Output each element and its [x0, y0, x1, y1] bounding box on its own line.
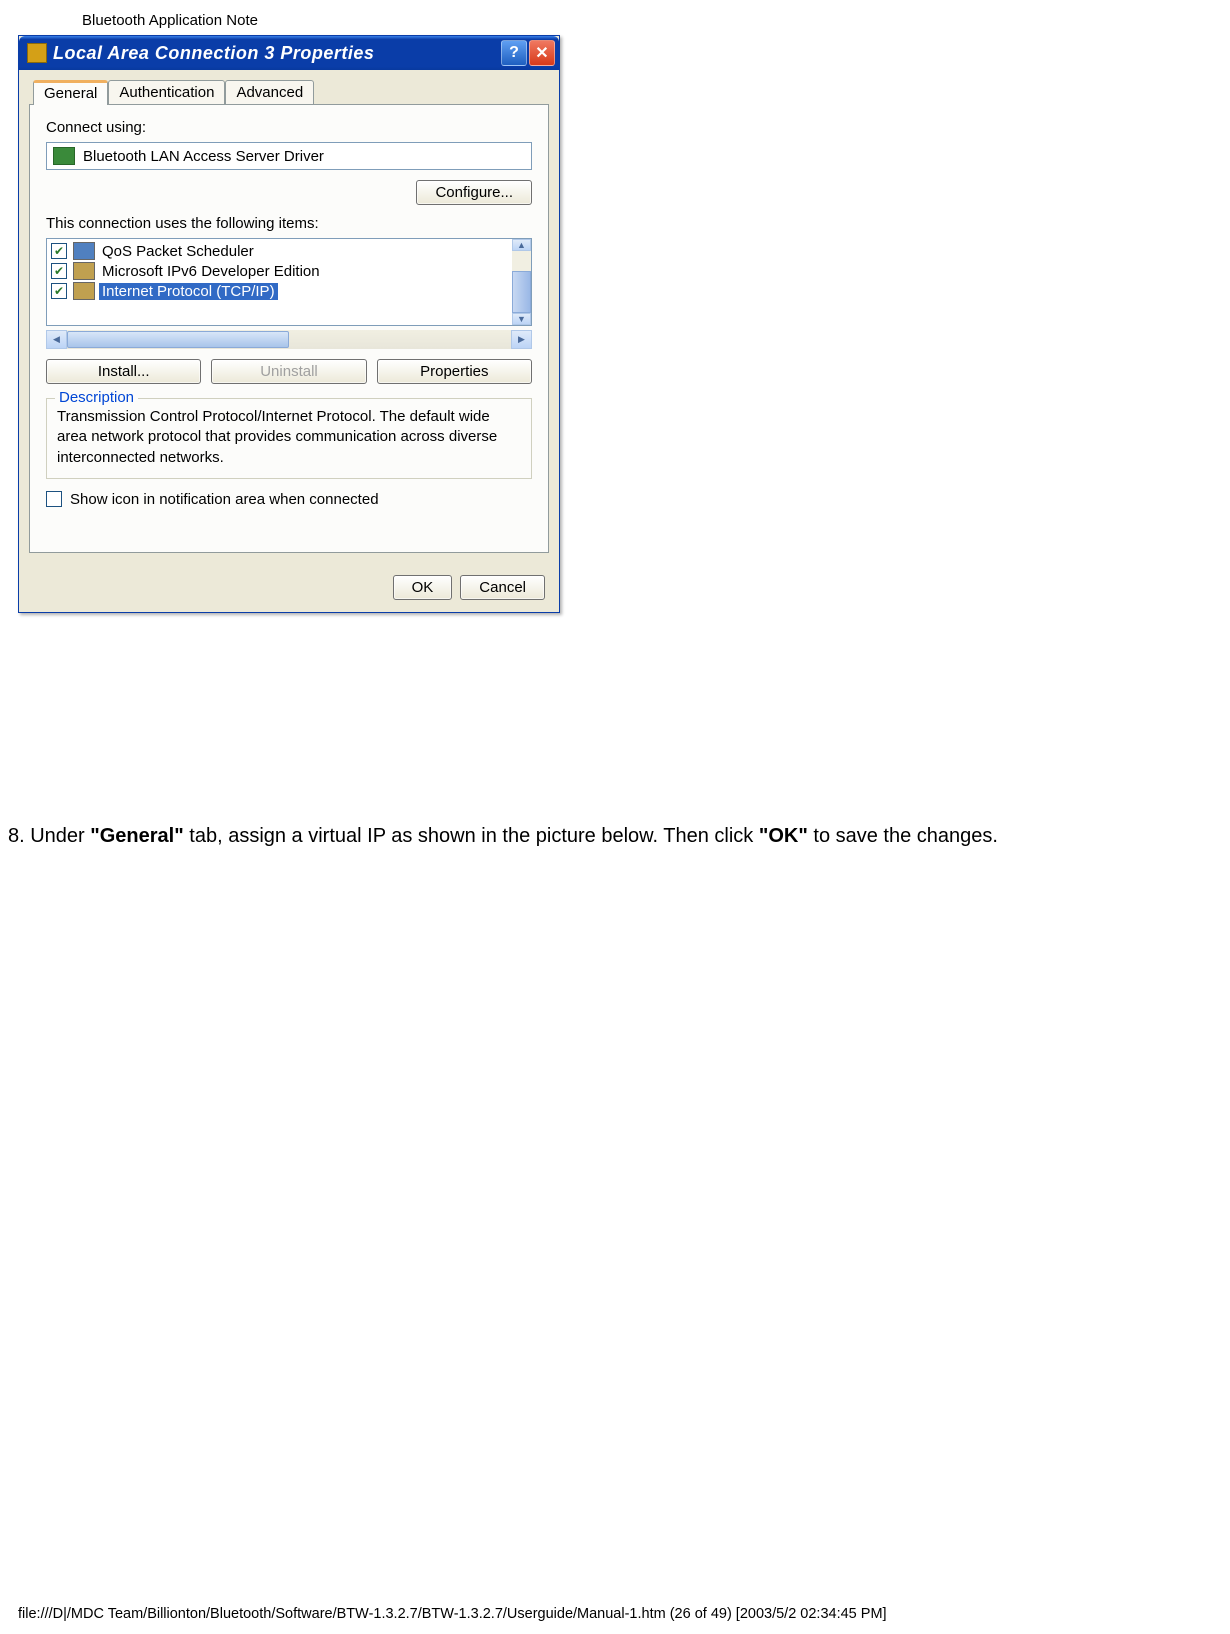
- properties-dialog: Local Area Connection 3 Properties ? ✕ G…: [18, 35, 560, 613]
- scroll-track[interactable]: [512, 251, 531, 313]
- items-label: This connection uses the following items…: [46, 215, 532, 232]
- list-item[interactable]: ✔ Internet Protocol (TCP/IP): [47, 281, 531, 301]
- dialog-buttons: OK Cancel: [19, 563, 559, 612]
- scroll-thumb[interactable]: [512, 271, 531, 313]
- list-item-label: Microsoft IPv6 Developer Edition: [99, 263, 323, 280]
- tabs-row: General Authentication Advanced: [19, 70, 559, 104]
- description-legend: Description: [55, 389, 138, 406]
- connect-using-label: Connect using:: [46, 119, 532, 136]
- window-title: Local Area Connection 3 Properties: [53, 43, 499, 64]
- list-item[interactable]: ✔ QoS Packet Scheduler: [47, 241, 531, 261]
- protocol-icon: [73, 262, 95, 280]
- adapter-field: Bluetooth LAN Access Server Driver: [46, 142, 532, 170]
- description-group: Description Transmission Control Protoco…: [46, 398, 532, 479]
- tab-advanced[interactable]: Advanced: [225, 80, 314, 104]
- description-text: Transmission Control Protocol/Internet P…: [57, 407, 521, 468]
- network-adapter-icon: [53, 147, 75, 165]
- protocol-icon: [73, 282, 95, 300]
- page-header: Bluetooth Application Note: [0, 0, 1230, 29]
- scroll-down-button[interactable]: ▼: [512, 313, 531, 325]
- scroll-right-button[interactable]: ▶: [511, 330, 532, 349]
- close-button[interactable]: ✕: [529, 40, 555, 66]
- window-icon: [27, 43, 47, 63]
- vertical-scrollbar[interactable]: ▲ ▼: [512, 239, 531, 325]
- instruction-text: 8. Under "General" tab, assign a virtual…: [0, 825, 1006, 848]
- scroll-up-button[interactable]: ▲: [512, 239, 531, 251]
- install-button[interactable]: Install...: [46, 359, 201, 384]
- connection-items-list[interactable]: ✔ QoS Packet Scheduler ✔ Microsoft IPv6 …: [46, 238, 532, 326]
- checkbox-icon[interactable]: ✔: [51, 243, 67, 259]
- ok-button[interactable]: OK: [393, 575, 453, 600]
- tab-authentication[interactable]: Authentication: [108, 80, 225, 104]
- show-icon-checkbox[interactable]: [46, 491, 62, 507]
- cancel-button[interactable]: Cancel: [460, 575, 545, 600]
- horizontal-scrollbar[interactable]: ◀ ▶: [46, 330, 532, 349]
- list-item[interactable]: ✔ Microsoft IPv6 Developer Edition: [47, 261, 531, 281]
- scroll-left-button[interactable]: ◀: [46, 330, 67, 349]
- list-item-label: Internet Protocol (TCP/IP): [99, 283, 278, 300]
- scroll-thumb[interactable]: [67, 331, 289, 348]
- tab-general[interactable]: General: [33, 80, 108, 105]
- checkbox-icon[interactable]: ✔: [51, 263, 67, 279]
- footer-path: file:///D|/MDC Team/Billionton/Bluetooth…: [18, 1606, 887, 1622]
- tab-panel-general: Connect using: Bluetooth LAN Access Serv…: [29, 104, 549, 553]
- properties-button[interactable]: Properties: [377, 359, 532, 384]
- show-icon-row[interactable]: Show icon in notification area when conn…: [46, 491, 532, 508]
- service-icon: [73, 242, 95, 260]
- checkbox-icon[interactable]: ✔: [51, 283, 67, 299]
- scroll-track[interactable]: [67, 330, 511, 349]
- adapter-name: Bluetooth LAN Access Server Driver: [83, 148, 324, 165]
- list-item-label: QoS Packet Scheduler: [99, 243, 257, 260]
- titlebar: Local Area Connection 3 Properties ? ✕: [19, 36, 559, 70]
- show-icon-label: Show icon in notification area when conn…: [70, 491, 379, 508]
- uninstall-button: Uninstall: [211, 359, 366, 384]
- help-button[interactable]: ?: [501, 40, 527, 66]
- configure-button[interactable]: Configure...: [416, 180, 532, 205]
